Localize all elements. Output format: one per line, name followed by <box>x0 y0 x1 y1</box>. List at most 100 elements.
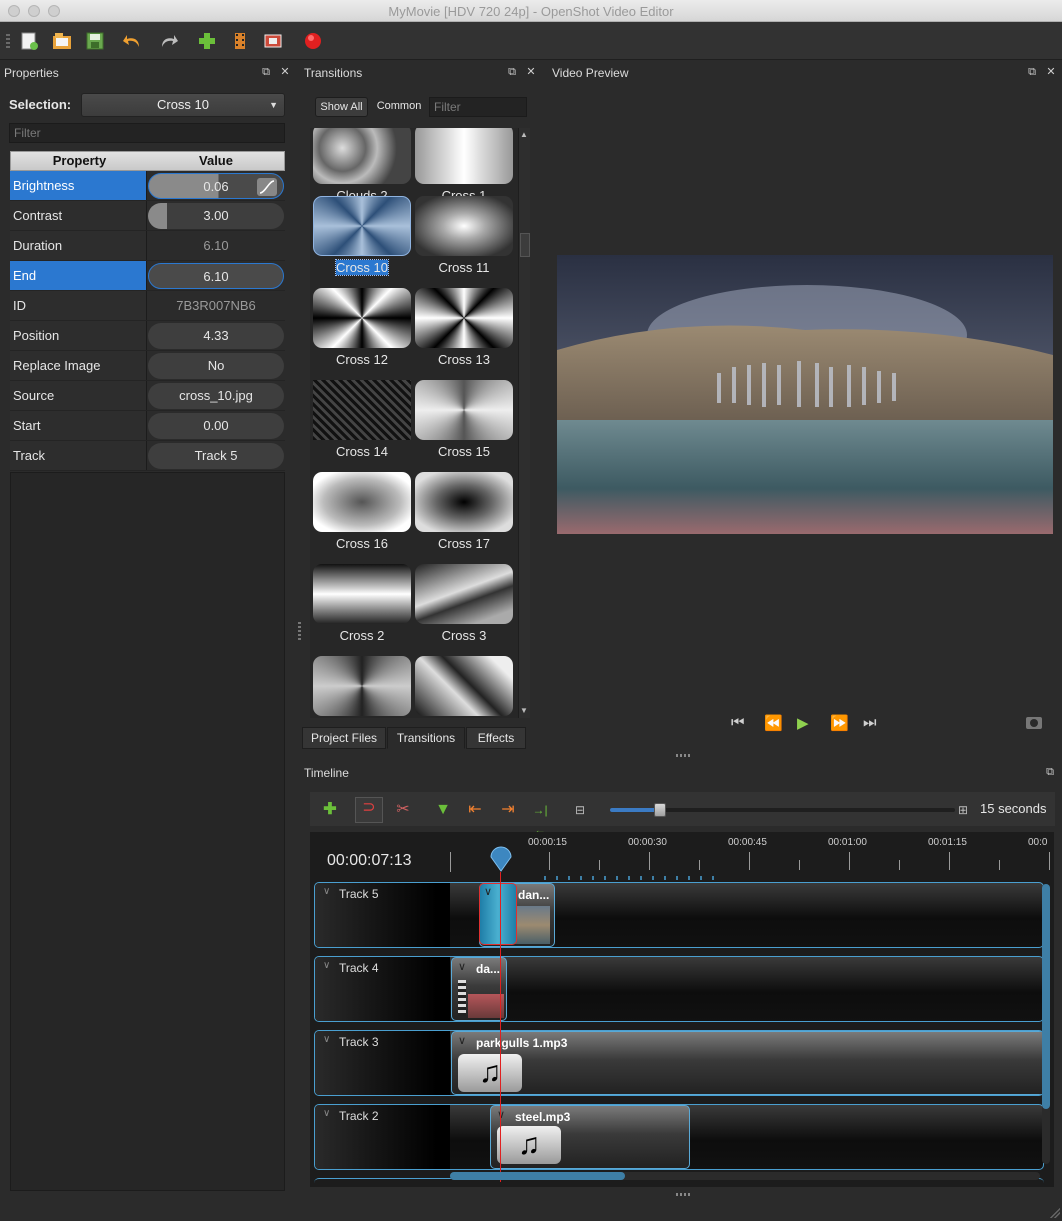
undo-icon[interactable] <box>122 30 144 52</box>
clip-parkgulls-audio[interactable]: ∨ parkgulls 1.mp3 ♫ <box>451 1031 1043 1095</box>
transition-tile-more-2[interactable] <box>415 656 513 718</box>
rewind-icon[interactable]: ⏪ <box>764 714 783 732</box>
transition-tile-cross-10[interactable]: Cross 10 <box>313 196 411 282</box>
transition-label: Cross 3 <box>441 628 487 643</box>
transition-tile-more-1[interactable] <box>313 656 411 718</box>
toolbar-grip[interactable] <box>6 34 10 50</box>
property-row-start[interactable]: Start 0.00 <box>10 411 285 441</box>
resize-grip-icon[interactable] <box>1050 1208 1060 1218</box>
float-panel-icon[interactable]: ⧉ <box>260 66 272 78</box>
property-row-contrast[interactable]: Contrast 3.00 <box>10 201 285 231</box>
snapshot-camera-icon[interactable] <box>1026 717 1042 729</box>
show-all-button[interactable]: Show All <box>315 97 368 117</box>
next-marker-icon[interactable]: ⇥ <box>498 800 518 820</box>
transitions-scrollbar[interactable]: ▲ ▼ <box>518 128 530 718</box>
preview-title-bar: Video Preview ⧉ ✕ <box>548 62 1062 82</box>
tab-effects[interactable]: Effects <box>466 727 526 749</box>
property-row-source[interactable]: Source cross_10.jpg <box>10 381 285 411</box>
transition-tile-cross-13[interactable]: Cross 13 <box>415 288 513 374</box>
track-4[interactable]: ∨ Track 4 ∨ da... <box>314 956 1044 1022</box>
zoom-out-icon[interactable]: ⊟ <box>570 800 590 820</box>
float-panel-icon[interactable]: ⧉ <box>1044 766 1056 778</box>
timeline-ruler[interactable]: 00:00:07:13 00:00:15 00:00:30 00:00:45 0… <box>310 832 1054 880</box>
redo-icon[interactable] <box>157 30 179 52</box>
transition-clip-cross-10[interactable]: ∨ <box>479 883 517 945</box>
ruler-tick <box>999 860 1000 870</box>
add-marker-icon[interactable]: ▼ <box>433 800 453 820</box>
property-value-contrast[interactable]: 3.00 <box>148 203 284 229</box>
common-button[interactable]: Common <box>374 97 424 117</box>
add-track-icon[interactable]: ✚ <box>320 800 340 820</box>
close-panel-icon[interactable]: ✕ <box>279 66 291 78</box>
float-panel-icon[interactable]: ⧉ <box>506 66 518 78</box>
scrollbar-thumb[interactable] <box>450 1172 625 1180</box>
transition-thumbnail <box>415 564 513 624</box>
property-row-brightness[interactable]: Brightness 0.06 <box>10 171 285 201</box>
open-project-icon[interactable] <box>51 30 73 52</box>
choose-profile-icon[interactable] <box>229 30 251 52</box>
transition-tile-cross-2[interactable]: Cross 2 <box>313 564 411 650</box>
transition-tile-cross-17[interactable]: Cross 17 <box>415 472 513 558</box>
tab-project-files[interactable]: Project Files <box>302 727 386 749</box>
track-5[interactable]: ∨ Track 5 dan... ∨ <box>314 882 1044 948</box>
transition-thumbnail <box>313 656 411 716</box>
property-row-end[interactable]: End 6.10 <box>10 261 285 291</box>
property-value-replace-image[interactable]: No <box>148 353 284 379</box>
center-playhead-icon[interactable]: →|← <box>530 800 550 837</box>
transition-tile-cross-12[interactable]: Cross 12 <box>313 288 411 374</box>
jump-start-icon[interactable]: ⏮ <box>731 714 745 731</box>
ruler-label: 00:01:00 <box>828 837 867 848</box>
close-panel-icon[interactable]: ✕ <box>525 66 537 78</box>
clip-thumbnail <box>514 906 550 944</box>
fullscreen-icon[interactable] <box>262 30 284 52</box>
transitions-filter-input[interactable]: Filter <box>429 97 527 117</box>
transition-tile-cross-16[interactable]: Cross 16 <box>313 472 411 558</box>
scroll-down-icon[interactable]: ▼ <box>520 706 528 715</box>
razor-scissors-icon[interactable]: ✂ <box>393 800 413 820</box>
transition-tile-cross-14[interactable]: Cross 14 <box>313 380 411 466</box>
property-value-start[interactable]: 0.00 <box>148 413 284 439</box>
zoom-slider[interactable] <box>610 803 955 817</box>
splitter-handle[interactable] <box>676 754 692 757</box>
property-value-track[interactable]: Track 5 <box>148 443 284 469</box>
previous-marker-icon[interactable]: ⇤ <box>465 800 485 820</box>
import-files-icon[interactable] <box>196 30 218 52</box>
track-3[interactable]: ∨ Track 3 ∨ parkgulls 1.mp3 ♫ <box>314 1030 1044 1096</box>
play-icon[interactable]: ▶ <box>797 714 809 732</box>
scroll-up-icon[interactable]: ▲ <box>520 130 528 139</box>
snapping-magnet-icon[interactable]: ⊃ <box>355 797 383 823</box>
selection-dropdown[interactable]: Cross 10 ▼ <box>81 93 285 117</box>
scrollbar-thumb[interactable] <box>520 233 530 257</box>
property-value-end[interactable]: 6.10 <box>148 263 284 289</box>
close-panel-icon[interactable]: ✕ <box>1045 66 1057 78</box>
property-row-track[interactable]: Track Track 5 <box>10 441 285 471</box>
transition-thumbnail <box>415 128 513 184</box>
save-project-icon[interactable] <box>84 30 106 52</box>
bottom-splitter-handle[interactable] <box>676 1193 692 1196</box>
property-value-source[interactable]: cross_10.jpg <box>148 383 284 409</box>
float-panel-icon[interactable]: ⧉ <box>1026 66 1038 78</box>
transition-tile-cross-3[interactable]: Cross 3 <box>415 564 513 650</box>
property-value-position[interactable]: 4.33 <box>148 323 284 349</box>
zoom-slider-knob[interactable] <box>654 803 666 817</box>
track-2[interactable]: ∨ Track 2 ∨ steel.mp3 ♫ <box>314 1104 1044 1170</box>
tab-transitions[interactable]: Transitions <box>387 727 465 749</box>
properties-filter-input[interactable]: Filter <box>9 123 285 143</box>
scrollbar-thumb[interactable] <box>1042 884 1050 1109</box>
transition-tile-cross-15[interactable]: Cross 15 <box>415 380 513 466</box>
playhead-handle[interactable] <box>490 846 512 872</box>
clip-dancers-video-2[interactable]: ∨ da... <box>451 957 507 1021</box>
timeline-vertical-scrollbar[interactable] <box>1042 884 1050 1164</box>
new-project-icon[interactable] <box>18 30 40 52</box>
fast-forward-icon[interactable]: ⏩ <box>830 714 849 732</box>
zoom-in-icon[interactable]: ⊞ <box>953 800 973 820</box>
property-row-position[interactable]: Position 4.33 <box>10 321 285 351</box>
jump-end-icon[interactable]: ⏭ <box>863 714 877 731</box>
export-video-icon[interactable] <box>302 30 324 52</box>
keyframe-curve-icon[interactable] <box>257 178 277 196</box>
property-row-replace-image[interactable]: Replace Image No <box>10 351 285 381</box>
preview-title: Video Preview <box>552 66 629 80</box>
transition-tile-cross-11[interactable]: Cross 11 <box>415 196 513 282</box>
clip-steel-audio[interactable]: ∨ steel.mp3 ♫ <box>490 1105 690 1169</box>
timeline-horizontal-scrollbar[interactable] <box>450 1172 1040 1180</box>
